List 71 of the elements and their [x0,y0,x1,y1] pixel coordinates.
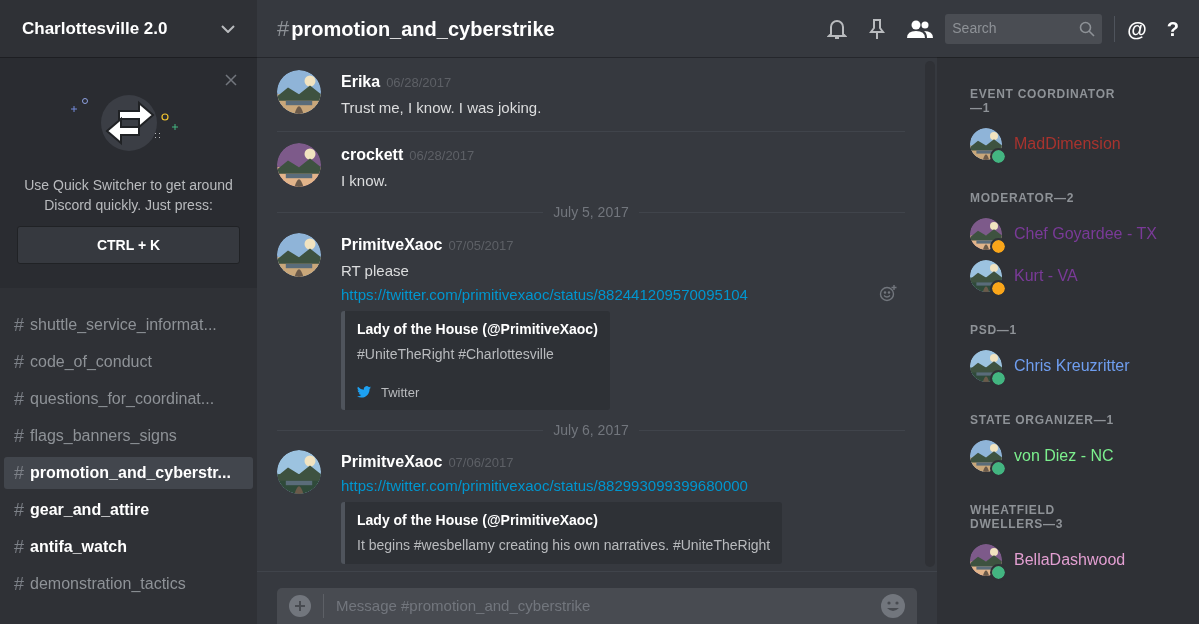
role-heading: MODERATOR—2 [970,191,1076,205]
author-name[interactable]: crockett [341,142,404,167]
bell-icon[interactable] [827,17,848,40]
help-button[interactable]: ? [1166,13,1179,44]
message-link[interactable]: https://twitter.com/primitivexaoc/status/882993099399680000 [341,474,783,498]
role-heading: PSD—1 [970,323,1018,337]
channel-item[interactable]: # gear_and_attire [4,494,253,526]
mentions-button[interactable]: @ [1127,13,1147,44]
member-name: MadDimension [1014,134,1121,154]
emoji-icon[interactable] [881,594,905,618]
channel-name: demonstration_tactics [30,574,186,594]
member-item[interactable]: von Diez - NC [970,435,1199,477]
hash-icon: # [14,348,24,376]
role-heading: WHEATFIELD DWELLERS—3 [970,503,1065,531]
message-text: RT please [341,260,410,281]
message-text: Trust me, I know. I was joking. [341,98,542,118]
hash-icon: # [14,311,24,339]
hash-icon: # [14,496,24,524]
members-icon[interactable] [907,19,934,38]
embed-title[interactable]: Lady of the House (@PrimitiveXaoc) [357,510,771,531]
member-name: von Diez - NC [1014,446,1114,466]
channel-item[interactable]: # antifa_watch [4,531,253,563]
author-name[interactable]: PrimitveXaoc [341,232,443,257]
member-item[interactable]: Chris Kreuzritter [970,345,1199,387]
close-icon[interactable] [225,74,237,86]
quick-switcher-hint: Use Quick Switcher to get around Discord quickly. Just press: [23,176,234,215]
channel-name: antifa_watch [30,537,127,557]
channel-item[interactable]: # code_of_conduct [4,346,253,378]
embed-description: #UniteTheRight #Charlottesville [357,344,555,364]
embed-description: It begins #wesbellamy creating his own narratives. #UniteTheRight [357,536,771,555]
member-name: BellaDashwood [1014,550,1126,570]
channel-name: flags_banners_signs [30,426,177,446]
hash-icon: # [14,385,24,413]
member-item[interactable]: BellaDashwood [970,539,1199,581]
shortcut-button[interactable]: CTRL + K [17,226,240,264]
channel-item[interactable]: # promotion_and_cyberstr... [4,457,253,489]
member-name: Chef Goyardee - TX [1014,224,1157,244]
add-reaction-icon[interactable] [879,283,897,302]
plus-icon[interactable] [289,595,311,617]
channel-name: promotion_and_cyberstr... [30,463,231,483]
hash-icon: # [14,533,24,561]
hash-icon: # [277,12,290,45]
pin-icon[interactable] [869,17,886,40]
bird-icon [357,386,371,399]
chevron-down-icon [221,24,235,33]
hash-icon: # [14,459,24,487]
channel-item[interactable]: # flags_banners_signs [4,420,253,452]
channel-name: gear_and_attire [30,500,150,520]
hash-icon: # [14,570,24,598]
channel-item[interactable]: # shuttle_service_informat... [4,309,253,341]
author-name[interactable]: Erika [341,70,381,94]
search-placeholder: Search [952,19,997,38]
author-name[interactable]: PrimitveXaoc [341,450,443,474]
channel-name: shuttle_service_informat... [30,315,217,335]
embed-footer: Twitter [381,382,420,403]
channel-name: questions_for_coordinat... [30,389,215,409]
role-heading: STATE ORGANIZER—1 [970,413,1115,427]
server-name: Charlottesville 2.0 [22,17,168,40]
channel-title: promotion_and_cyberstrike [291,16,555,42]
message-text: I know. [341,170,389,191]
embed-title[interactable]: Lady of the House (@PrimitiveXaoc) [357,318,598,340]
channel-item[interactable]: # demonstration_tactics [4,568,253,600]
member-name: Chris Kreuzritter [1014,356,1130,376]
date-divider: July 5, 2017 [552,203,630,223]
hash-icon: # [14,422,24,450]
role-heading: EVENT COORDINATOR—1 [970,87,1117,115]
search-icon [1079,20,1096,37]
date-divider: July 6, 2017 [552,420,630,440]
channel-item[interactable]: # questions_for_coordinat... [4,383,253,415]
channel-name: code_of_conduct [30,352,152,372]
member-name: Kurt - VA [1014,266,1078,286]
